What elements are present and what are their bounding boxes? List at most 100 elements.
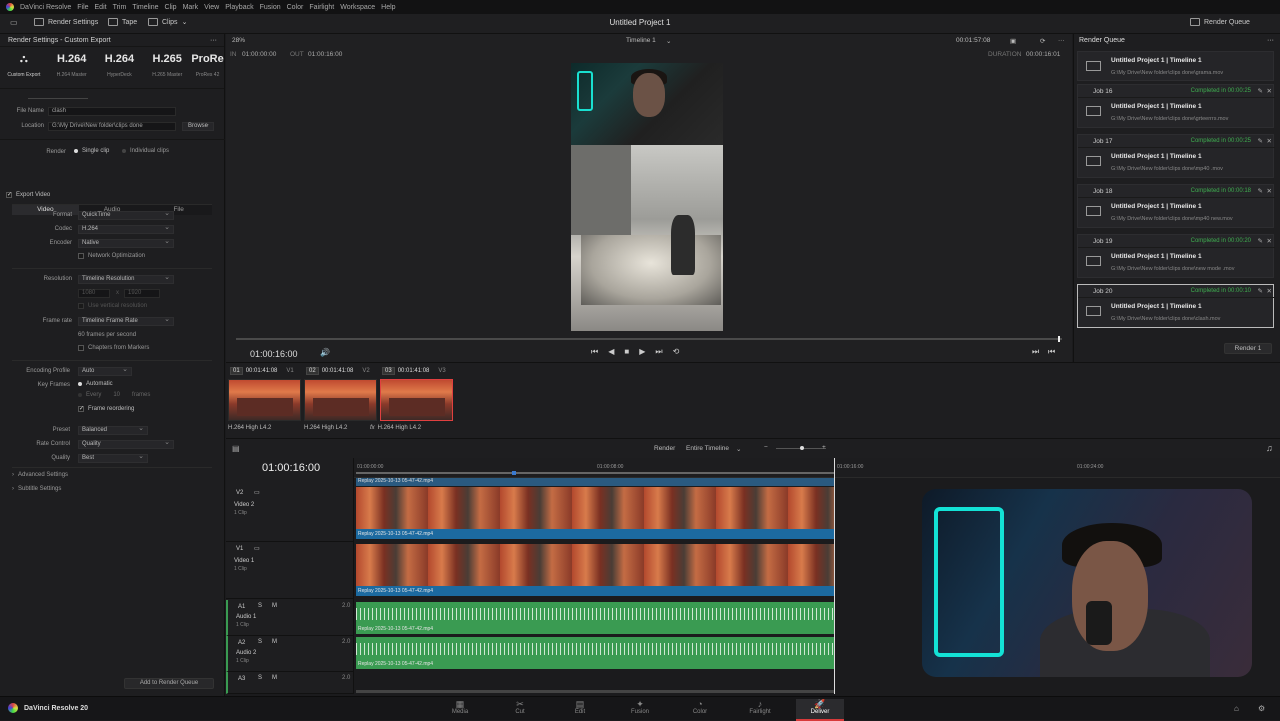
location-input[interactable]: G:\My Drive\New folder\clips done [48,122,176,131]
menu-file[interactable]: File [77,4,88,11]
track-header-a3[interactable]: A3 S M 2.0 [226,672,354,694]
chapters-checkbox[interactable]: Chapters from Markers [78,345,149,351]
music-note-icon[interactable]: ♫ [1266,443,1273,453]
menu-color[interactable]: Color [287,4,304,11]
timeline-scrollbar[interactable] [356,690,834,693]
marker-icon[interactable] [512,471,516,475]
monitor-icon[interactable]: ▭ [10,18,18,27]
track-header-v2[interactable]: V2 ▭ Video 2 1 Clip [226,486,354,542]
volume-icon[interactable]: 🔊 [320,348,330,357]
go-to-end-icon[interactable]: ⏭ [655,347,662,357]
close-icon[interactable]: ✕ [1267,237,1272,245]
export-video-checkbox[interactable]: ✓ Export Video [6,192,50,198]
prev-clip-icon[interactable]: ⏮ [1048,347,1055,357]
menu-playback[interactable]: Playback [225,4,253,11]
kf-automatic-radio[interactable]: Automatic [78,381,113,387]
menu-fusion[interactable]: Fusion [260,4,281,11]
page-fairlight[interactable]: ♪ Fairlight [740,699,780,715]
scrubber-playhead[interactable] [1058,336,1060,342]
edit-pencil-icon[interactable]: ✎ [1258,137,1263,145]
format-dropdown[interactable]: QuickTime [78,210,174,220]
zoom-in-icon[interactable]: + [822,444,826,451]
loop-icon[interactable]: ⟳ [1040,37,1045,45]
single-clip-radio[interactable]: Single clip [74,148,109,154]
clip-thumbnail[interactable] [304,379,377,421]
close-icon[interactable]: ✕ [1267,187,1272,195]
subtitle-settings-expander[interactable]: › Subtitle Settings [12,486,61,492]
render-job[interactable]: Job 18 Completed in 00:00:18 ✎ ✕ Untitled P… [1077,184,1275,228]
preset-hyperdeck[interactable]: H.264 HyperDeck [96,47,144,88]
frame-rate-dropdown[interactable]: Timeline Frame Rate [78,316,174,326]
solo-button[interactable]: S [258,639,262,645]
solo-button[interactable]: S [258,675,262,681]
close-icon[interactable]: ✕ [1267,137,1272,145]
individual-clips-radio[interactable]: Individual clips [122,148,169,154]
menu-mark[interactable]: Mark [183,4,199,11]
play-reverse-icon[interactable]: ◀ [608,347,614,357]
menu-fairlight[interactable]: Fairlight [309,4,334,11]
menu-clip[interactable]: Clip [165,4,177,11]
audio-clip-a2[interactable]: Replay 2025-10-13 05-47-42.mp4 [356,637,834,669]
render-job[interactable]: Job 16 Completed in 00:00:25 ✎ ✕ Untitled P… [1077,84,1275,128]
go-to-start-icon[interactable]: ⏮ [591,347,598,357]
add-to-render-queue-button[interactable]: Add to Render Queue [124,678,214,689]
timeline-playhead[interactable] [834,458,835,694]
viewer-mode-icon[interactable]: ▣ [1010,37,1016,45]
timeline-name-dropdown[interactable]: Timeline 1 [626,37,656,44]
menu-timeline[interactable]: Timeline [132,4,158,11]
edit-pencil-icon[interactable]: ✎ [1258,237,1263,245]
mute-button[interactable]: M [272,675,277,681]
settings-icon[interactable]: ⚙ [1258,704,1265,713]
track-header-a2[interactable]: A2 S M 2.0 Audio 2 1 Clip [226,636,354,672]
close-icon[interactable]: ✕ [1267,287,1272,295]
page-media[interactable]: ▦ Media [440,699,480,715]
rate-control-dropdown[interactable]: Quality [78,439,174,449]
page-cut[interactable]: ✂ Cut [500,699,540,715]
menu-help[interactable]: Help [381,4,395,11]
page-edit[interactable]: ▤ Edit [560,699,600,715]
timeline-ruler[interactable]: 01:00:00:00 01:00:08:00 01:00:16:00 01:0… [354,458,1280,478]
menu-edit[interactable]: Edit [95,4,107,11]
render-job[interactable]: Untitled Project 1 | Timeline 1 G:\My Dr… [1077,51,1274,81]
more-options-icon[interactable]: ··· [1267,37,1274,44]
menu-trim[interactable]: Trim [113,4,127,11]
file-name-input[interactable]: clash [48,107,176,116]
home-icon[interactable]: ⌂ [1234,704,1239,713]
render-settings-toggle[interactable]: Render Settings [34,18,98,26]
network-optimization-checkbox[interactable]: Network Optimization [78,253,145,259]
more-options-icon[interactable]: ··· [1058,37,1065,44]
menu-view[interactable]: View [204,4,219,11]
render-range-dropdown[interactable]: Entire Timeline [686,445,729,452]
stop-icon[interactable]: ■ [624,347,629,357]
preset-prores[interactable]: ProRe ProRes 42 [191,47,224,88]
more-options-icon[interactable]: ··· [210,37,217,44]
close-icon[interactable]: ✕ [1267,87,1272,95]
render-queue-toggle[interactable]: Render Queue [1190,18,1250,26]
track-display-icon[interactable]: ▭ [254,545,260,552]
video-clip-v1[interactable]: Replay 2025-10-13 05-47-42.mp4 [356,544,834,596]
quality-dropdown[interactable]: Best [78,453,148,463]
resolution-width-input[interactable]: 1080 [78,289,110,298]
clip-thumbnail[interactable] [228,379,301,421]
track-header-a1[interactable]: A1 S M 2.0 Audio 1 1 Clip [226,600,354,636]
edit-pencil-icon[interactable]: ✎ [1258,87,1263,95]
zoom-slider-handle[interactable] [800,446,804,450]
menu-workspace[interactable]: Workspace [340,4,375,11]
kf-every-radio[interactable]: Every 10 frames [78,392,150,398]
encoder-dropdown[interactable]: Native [78,238,174,248]
edit-pencil-icon[interactable]: ✎ [1258,287,1263,295]
clips-toggle[interactable]: Clips ⌄ [148,18,187,26]
frame-reordering-checkbox[interactable]: ✓ Frame reordering [78,406,134,412]
video-clip-v2[interactable]: Replay 2025-10-13 05-47-42.mp4 [356,487,834,539]
loop-playback-icon[interactable]: ⟲ [673,347,680,357]
zoom-out-icon[interactable]: − [764,444,768,451]
resolution-dropdown[interactable]: Timeline Resolution [78,274,174,284]
mute-button[interactable]: M [272,639,277,645]
preset-h264-master[interactable]: H.264 H.264 Master [48,47,96,88]
mute-button[interactable]: M [272,603,277,609]
preset-custom-export[interactable]: ⛬ Custom Export [0,47,48,88]
preset-h265-master[interactable]: H.265 H.265 Master [143,47,191,88]
resolution-height-input[interactable]: 1920 [124,289,160,298]
solo-button[interactable]: S [258,603,262,609]
next-clip-icon[interactable]: ⏭ [1032,347,1039,357]
